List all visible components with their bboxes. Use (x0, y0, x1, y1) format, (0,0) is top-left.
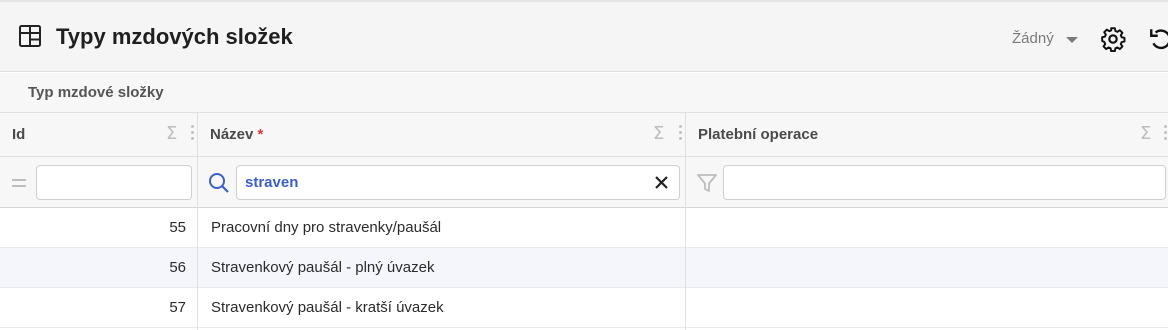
search-icon[interactable] (208, 172, 230, 194)
table-row[interactable]: 57 Stravenkový paušál - kratší úvazek (0, 288, 1168, 328)
column-label-id: Id (12, 126, 26, 143)
cell-name: Stravenkový paušál - kratší úvazek (211, 299, 444, 316)
column-divider (197, 113, 198, 330)
group-by-bar: Typ mzdové složky (0, 73, 1168, 113)
column-menu-icon[interactable] (1164, 123, 1168, 143)
close-icon[interactable] (655, 176, 668, 189)
column-divider (685, 113, 686, 330)
required-mark: * (257, 126, 264, 143)
sigma-icon[interactable]: Σ (1140, 123, 1151, 144)
equals-icon[interactable] (10, 174, 28, 192)
gear-icon[interactable] (1100, 26, 1126, 52)
filter-cell-payment (686, 157, 1168, 208)
group-by-label: Typ mzdové složky (28, 84, 164, 101)
column-label-name: Název (210, 126, 254, 143)
cell-name: Stravenkový paušál - plný úvazek (211, 259, 435, 276)
filter-cell-name (198, 157, 686, 208)
view-select[interactable]: Žádný (1012, 30, 1078, 47)
filter-input-id[interactable] (36, 165, 192, 200)
table-grid-icon (19, 25, 41, 47)
cell-id: 55 (169, 219, 186, 236)
cell-id: 56 (169, 259, 186, 276)
sigma-icon[interactable]: Σ (166, 123, 177, 144)
table-row[interactable]: 55 Pracovní dny pro stravenky/paušál (0, 208, 1168, 248)
cell-id: 57 (169, 299, 186, 316)
column-header-id[interactable]: Id Σ (0, 113, 198, 157)
page-title: Typy mzdových složek (56, 24, 293, 49)
column-header-name[interactable]: Název * Σ (198, 113, 686, 157)
undo-icon[interactable] (1148, 26, 1168, 52)
table-row[interactable]: 56 Stravenkový paušál - plný úvazek (0, 248, 1168, 288)
filter-icon[interactable] (696, 172, 718, 194)
filter-input-payment[interactable] (723, 165, 1166, 200)
column-header-payment[interactable]: Platební operace Σ (686, 113, 1168, 157)
filter-input-name[interactable] (236, 165, 680, 200)
view-select-value: Žádný (1012, 30, 1054, 47)
caret-down-icon (1065, 36, 1078, 43)
sigma-icon[interactable]: Σ (653, 123, 664, 144)
column-label-payment: Platební operace (698, 126, 819, 143)
column-menu-icon[interactable] (191, 123, 195, 143)
column-menu-icon[interactable] (679, 123, 683, 143)
page-header: Typy mzdových složek Žádný (0, 0, 1168, 72)
cell-name: Pracovní dny pro stravenky/paušál (211, 219, 442, 236)
filter-cell-id (0, 157, 198, 208)
